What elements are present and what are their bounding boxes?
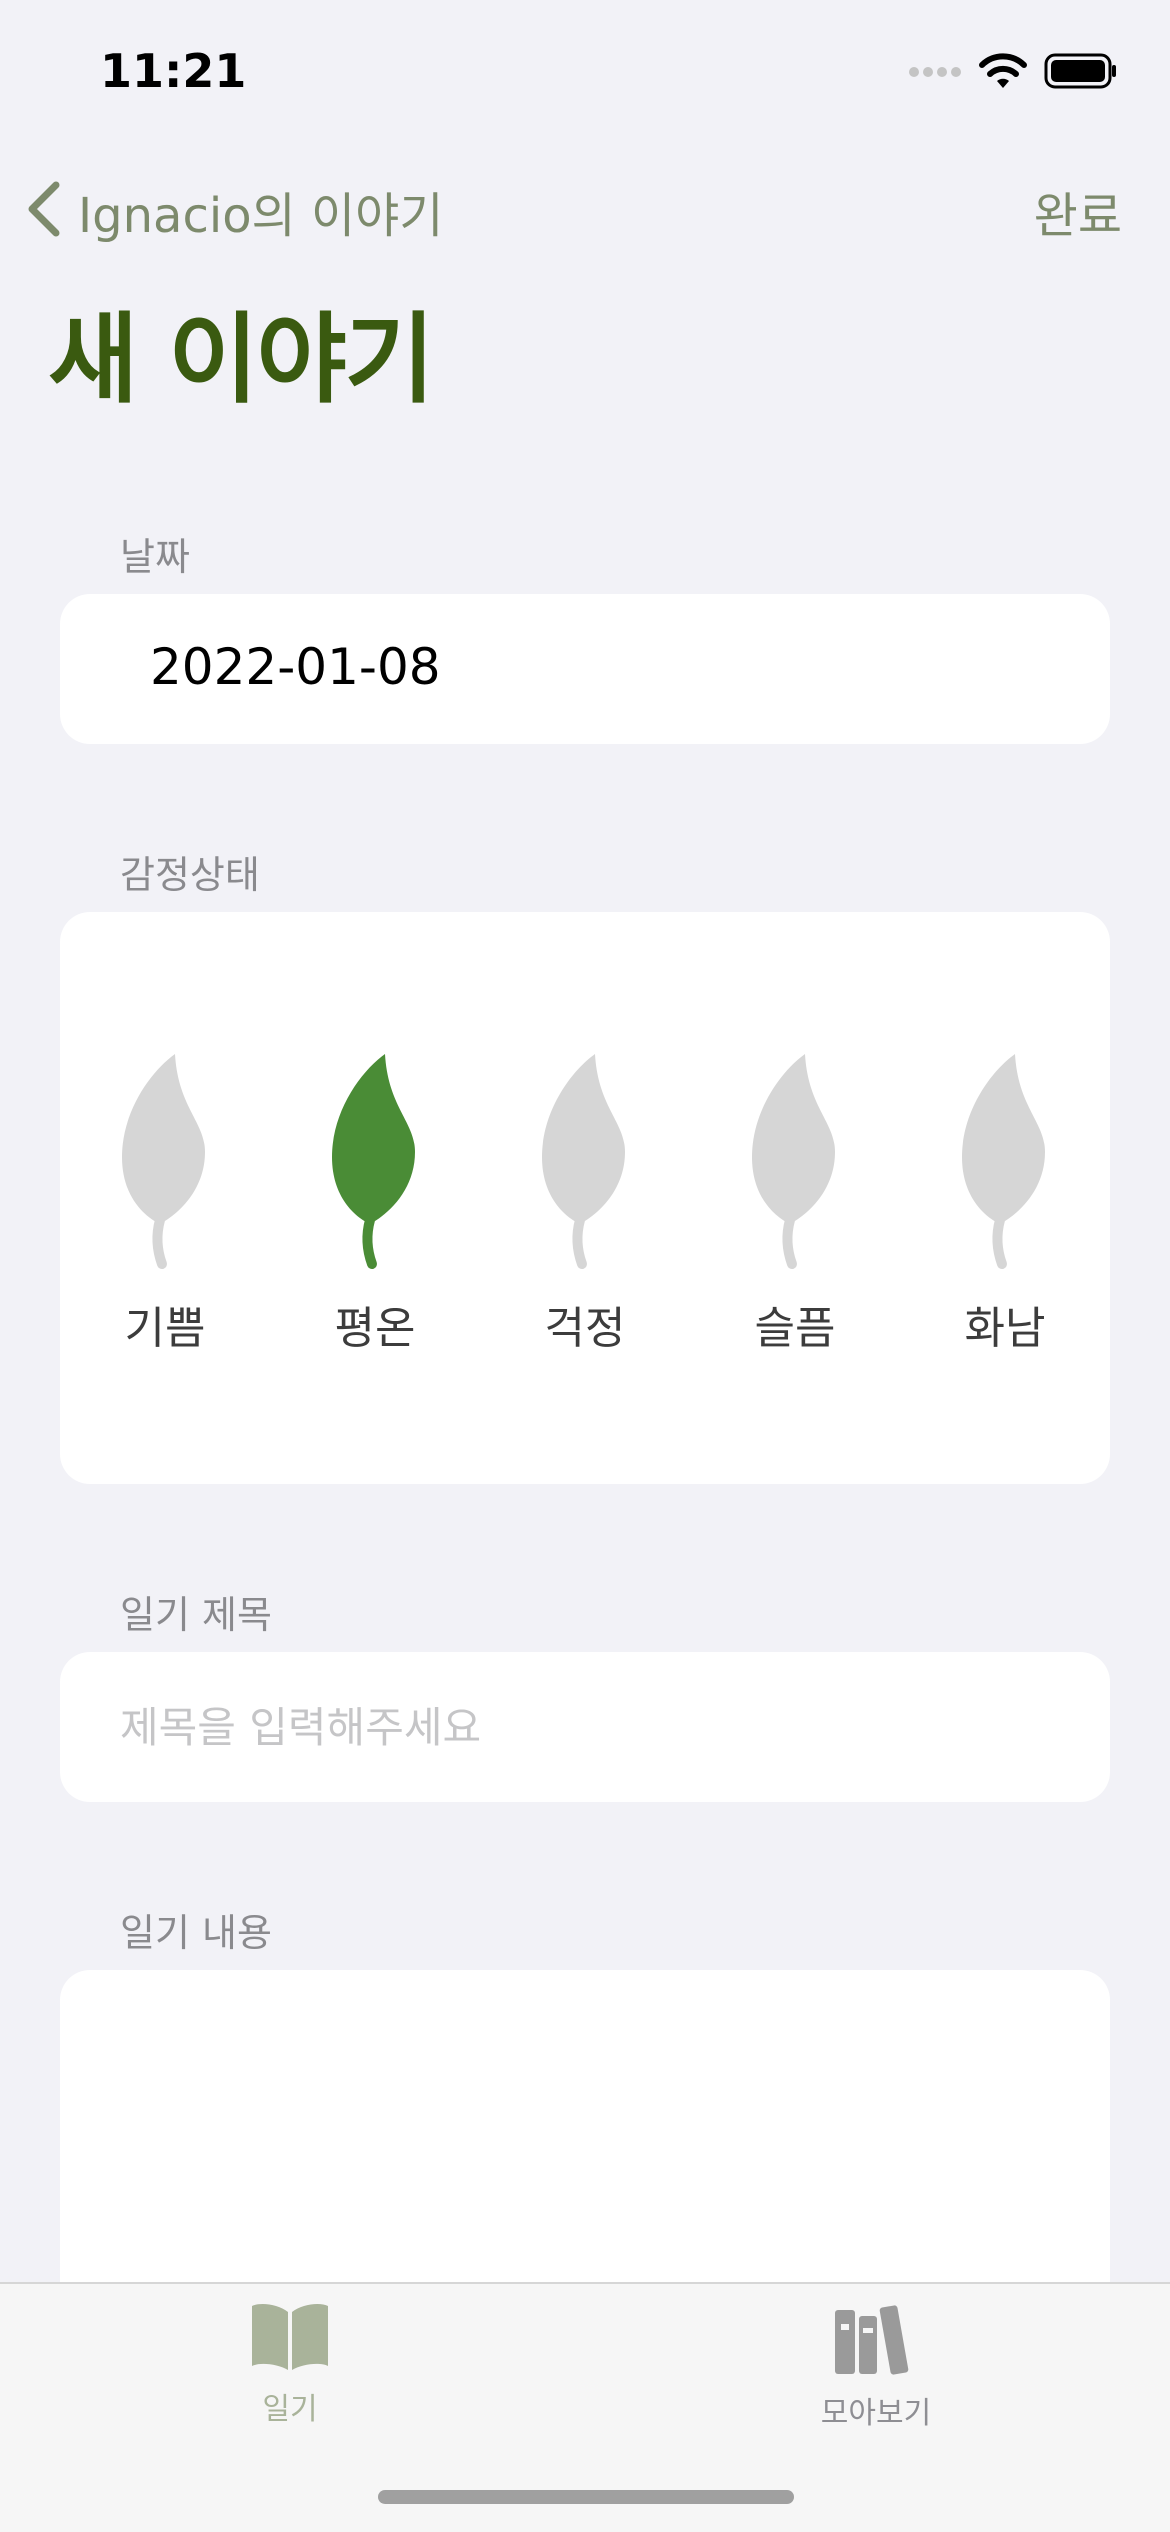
battery-icon [1044,53,1118,93]
wifi-icon [978,52,1028,94]
back-button[interactable]: Ignacio의 이야기 [24,176,443,246]
leaf-icon [332,1054,415,1269]
leaf-icon [752,1054,835,1269]
content-textarea[interactable] [100,2000,1070,2300]
status-time: 11:21 [100,44,247,98]
mood-item-angry[interactable]: 화남 [900,1052,1110,1356]
mood-card: 기쁨 평온 걱정 슬픔 화남 [60,912,1110,1484]
mood-item-sad[interactable]: 슬픔 [690,1052,900,1356]
title-section-label: 일기 제목 [120,1593,272,1637]
screen: 11:21 Ignacio의 이야기 완료 새 이야기 날짜 2022-01-0… [0,0,1170,2532]
mood-label: 슬픔 [754,1303,836,1354]
status-icons [908,52,1118,94]
cellular-signal-icon [908,64,962,83]
books-icon [833,2302,919,2380]
mood-item-joy[interactable]: 기쁨 [60,1052,270,1356]
content-section-label: 일기 내용 [120,1911,272,1955]
mood-label: 기쁨 [124,1303,206,1354]
mood-item-calm[interactable]: 평온 [270,1052,480,1356]
tab-diary[interactable]: 일기 [140,2302,440,2428]
mood-list: 기쁨 평온 걱정 슬픔 화남 [60,1052,1110,1356]
leaf-icon [962,1054,1045,1269]
leaf-icon [122,1054,205,1269]
mood-item-worry[interactable]: 걱정 [480,1052,690,1356]
date-card[interactable]: 2022-01-08 [60,594,1110,744]
back-button-label: Ignacio의 이야기 [78,188,444,244]
chevron-left-icon [24,179,64,243]
page-title: 새 이야기 [48,303,435,417]
date-value[interactable]: 2022-01-08 [150,638,441,696]
mood-label: 걱정 [544,1303,626,1354]
leaf-icon [542,1054,625,1269]
mood-section-label: 감정상태 [120,853,260,897]
mood-label: 평온 [334,1303,416,1354]
title-card [60,1652,1110,1802]
done-button[interactable]: 완료 [1034,176,1122,246]
mood-label: 화남 [964,1303,1046,1354]
date-section-label: 날짜 [120,535,190,579]
book-icon [248,2302,332,2376]
title-input[interactable] [120,1652,1080,1802]
tab-diary-label: 일기 [262,2392,318,2427]
tab-collection[interactable]: 모아보기 [726,2302,1026,2432]
tab-collection-label: 모아보기 [820,2396,932,2431]
home-indicator [378,2490,794,2504]
